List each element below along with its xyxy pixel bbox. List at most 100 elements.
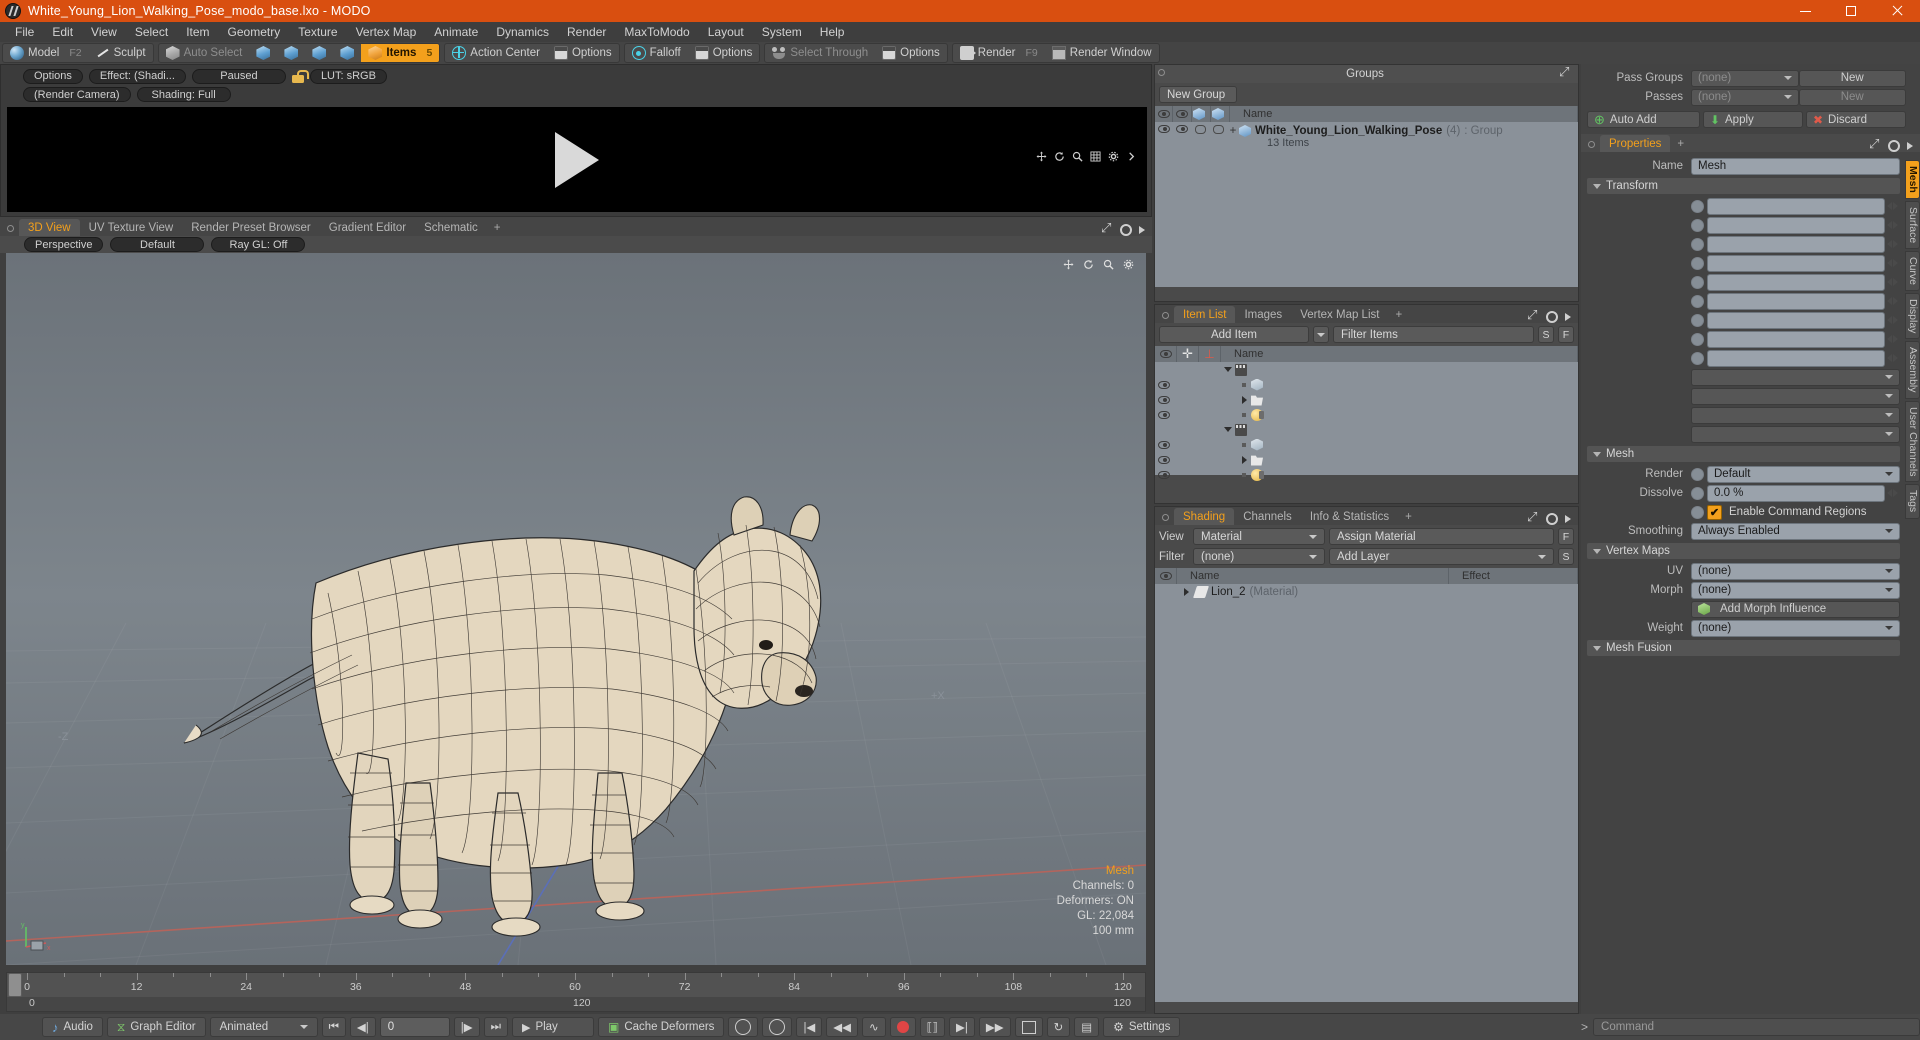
channel-knob-icon[interactable] — [1691, 294, 1704, 308]
toolbar-button-model[interactable]: Model F2 — [3, 44, 89, 62]
tab-uv-texture-view[interactable]: UV Texture View — [80, 219, 183, 236]
panel-menu-dot-icon[interactable] — [1162, 312, 1169, 319]
panel-menu-dot-icon[interactable] — [1588, 141, 1595, 148]
tab-images[interactable]: Images — [1235, 306, 1291, 323]
preview-options-button[interactable]: Options — [23, 68, 83, 84]
side-tab-tags[interactable]: Tags — [1905, 484, 1920, 519]
menu-item-maxtomodo[interactable]: MaxToModo — [615, 23, 698, 41]
uv-select[interactable]: (none) — [1691, 562, 1900, 580]
grid-icon[interactable] — [1090, 151, 1101, 162]
passes-select[interactable]: (none) — [1691, 88, 1799, 106]
toolbar-button-render-window[interactable]: Render Window — [1045, 44, 1159, 62]
tab--[interactable]: + — [1388, 306, 1409, 323]
side-tab-display[interactable]: Display — [1905, 293, 1920, 340]
transform-menu-button[interactable] — [1691, 406, 1900, 424]
viewport-projection-button[interactable]: Perspective — [24, 237, 104, 252]
tab--[interactable]: + — [487, 219, 508, 236]
move-icon[interactable] — [1036, 151, 1047, 162]
maximize-button[interactable] — [1828, 0, 1874, 22]
transform-value-field[interactable] — [1707, 330, 1885, 348]
list-item[interactable] — [1155, 422, 1578, 437]
tab--[interactable]: + — [1398, 508, 1419, 525]
add-layer-button[interactable]: Add Layer — [1329, 548, 1554, 565]
spinner-icon[interactable] — [1885, 218, 1900, 233]
step-back-button[interactable]: ◀| — [349, 1017, 376, 1037]
transform-value-field[interactable] — [1707, 273, 1885, 291]
step-forward-button[interactable]: |▶ — [453, 1017, 480, 1037]
transform-menu-button[interactable] — [1691, 368, 1900, 386]
add-item-dropdown[interactable] — [1313, 326, 1329, 343]
viewport-raygl-button[interactable]: Ray GL: Off — [211, 237, 306, 252]
spinner-icon[interactable] — [1885, 332, 1900, 347]
tab-info-statistics[interactable]: Info & Statistics — [1301, 508, 1398, 525]
expand-icon[interactable] — [1527, 307, 1539, 323]
list-item[interactable] — [1155, 452, 1578, 467]
shading-mode-button[interactable]: Shading: Full — [136, 87, 231, 102]
channel-knob-icon[interactable] — [1691, 486, 1704, 500]
spinner-icon[interactable] — [1885, 256, 1900, 271]
tab-item-list[interactable]: Item List — [1174, 306, 1236, 323]
3d-viewport-canvas[interactable]: +X -Z Mesh Channels: 0 Deformers: ON GL:… — [6, 253, 1146, 965]
expander-down-icon[interactable] — [1224, 367, 1232, 372]
channel-knob-icon[interactable] — [1691, 256, 1704, 270]
section-mesh[interactable]: Mesh — [1587, 446, 1900, 462]
preview-paused-button[interactable]: Paused — [191, 68, 286, 84]
filter-s-button[interactable]: S — [1538, 326, 1554, 343]
preview-effect-button[interactable]: Effect: (Shadi... — [88, 68, 186, 84]
channel-knob-icon[interactable] — [1691, 505, 1704, 519]
menu-item-file[interactable]: File — [6, 23, 43, 41]
transform-menu-button[interactable] — [1691, 425, 1900, 443]
play-triangle-icon[interactable] — [555, 131, 599, 188]
item-list-row-area[interactable] — [1155, 362, 1578, 481]
chevron-right-icon[interactable] — [1139, 226, 1145, 234]
scale-snap-button[interactable]: ▤ — [1074, 1017, 1100, 1037]
spinner-icon[interactable] — [1885, 275, 1900, 290]
view-select[interactable]: Material — [1193, 528, 1325, 545]
toolbar-button-vertex-select[interactable] — [249, 44, 277, 62]
add-morph-influence-button[interactable]: Add Morph Influence — [1691, 600, 1900, 618]
spinner-icon[interactable] — [1885, 237, 1900, 252]
eye-icon[interactable] — [1158, 410, 1170, 419]
settings-button[interactable]: ⚙ Settings — [1103, 1017, 1181, 1037]
eye-icon[interactable] — [1158, 125, 1170, 133]
refresh-icon[interactable] — [1054, 151, 1065, 162]
list-item[interactable] — [1155, 392, 1578, 407]
list-item[interactable] — [1155, 437, 1578, 452]
menu-item-item[interactable]: Item — [177, 23, 218, 41]
chevron-right-icon[interactable] — [1565, 313, 1571, 321]
preview-lut-button[interactable]: LUT: sRGB — [309, 68, 387, 84]
lock-toggle-icon[interactable] — [1212, 125, 1224, 134]
animation-mode-select[interactable]: Animated — [209, 1017, 318, 1037]
timeline-playhead[interactable] — [8, 973, 22, 997]
range-key-button[interactable]: ⟦⟧ — [919, 1017, 946, 1037]
menu-item-system[interactable]: System — [753, 23, 811, 41]
discard-button[interactable]: ✖ Discard — [1805, 111, 1906, 128]
transform-menu-button[interactable] — [1691, 387, 1900, 405]
menu-item-help[interactable]: Help — [811, 23, 854, 41]
menu-item-vertex-map[interactable]: Vertex Map — [347, 23, 426, 41]
expander-plus-icon[interactable]: + — [1227, 125, 1239, 137]
last-key-button[interactable]: ▶▶ — [978, 1017, 1011, 1037]
toolbar-button-auto-select[interactable]: Auto Select — [159, 44, 250, 62]
chevron-right-icon[interactable] — [1907, 142, 1913, 150]
gear-icon[interactable] — [1108, 151, 1119, 162]
channel-knob-icon[interactable] — [1691, 218, 1704, 232]
go-to-start-button[interactable]: ⏮ — [321, 1017, 346, 1037]
tab-properties[interactable]: Properties — [1600, 135, 1671, 152]
zoom-icon[interactable] — [1103, 259, 1114, 270]
transform-value-field[interactable] — [1707, 292, 1885, 310]
toolbar-button-options[interactable]: Options — [688, 44, 760, 62]
render-icon[interactable] — [1176, 125, 1188, 133]
tab-shading[interactable]: Shading — [1174, 508, 1235, 525]
current-frame-field[interactable]: 0 — [379, 1017, 450, 1037]
snap-item-button[interactable] — [1014, 1017, 1043, 1037]
menu-item-edit[interactable]: Edit — [43, 23, 82, 41]
new-group-button[interactable]: New Group — [1159, 86, 1237, 103]
table-row[interactable]: + White_Young_Lion_Walking_Pose (4) : Gr… — [1155, 122, 1578, 149]
eye-icon[interactable] — [1158, 380, 1170, 389]
close-button[interactable] — [1874, 0, 1920, 22]
tab-3d-view[interactable]: 3D View — [19, 219, 80, 236]
zoom-icon[interactable] — [1072, 151, 1083, 162]
shading-row-area[interactable]: Lion_2 (Material) — [1155, 584, 1578, 1002]
play-button[interactable]: ▶ Play — [511, 1017, 594, 1037]
